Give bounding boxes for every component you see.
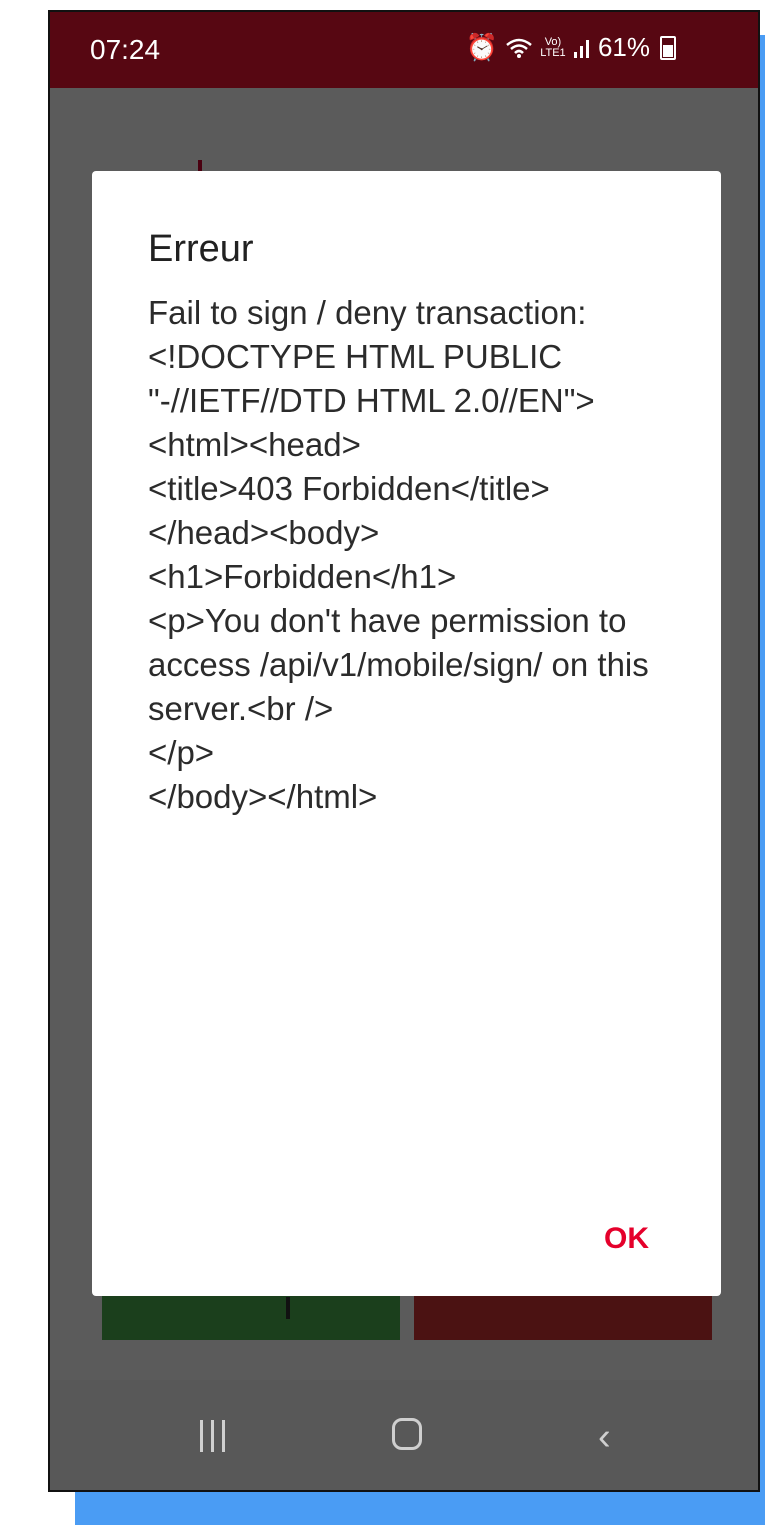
network-type: Vo) LTE1 — [540, 35, 566, 59]
wifi-icon — [506, 38, 532, 58]
ok-button[interactable]: OK — [604, 1222, 649, 1256]
error-dialog: Erreur Fail to sign / deny transaction: … — [92, 171, 721, 1296]
status-bar: 07:24 ⏰ Vo) LTE1 61% — [50, 12, 758, 88]
dialog-message: Fail to sign / deny transaction: <!DOCTY… — [148, 294, 649, 815]
battery-icon — [660, 35, 676, 60]
status-icons: ⏰ Vo) LTE1 61% — [466, 32, 676, 63]
back-icon[interactable]: ‹ — [598, 1416, 611, 1459]
recents-icon[interactable] — [200, 1420, 225, 1452]
alarm-icon: ⏰ — [465, 32, 498, 62]
dialog-title: Erreur — [148, 228, 254, 270]
battery-percent: 61% — [597, 32, 650, 62]
signal-icon — [573, 39, 589, 58]
home-icon[interactable] — [392, 1418, 422, 1450]
status-time: 07:24 — [90, 34, 161, 65]
navigation-bar: ‹ — [50, 1380, 758, 1490]
button-divider — [286, 1297, 290, 1319]
